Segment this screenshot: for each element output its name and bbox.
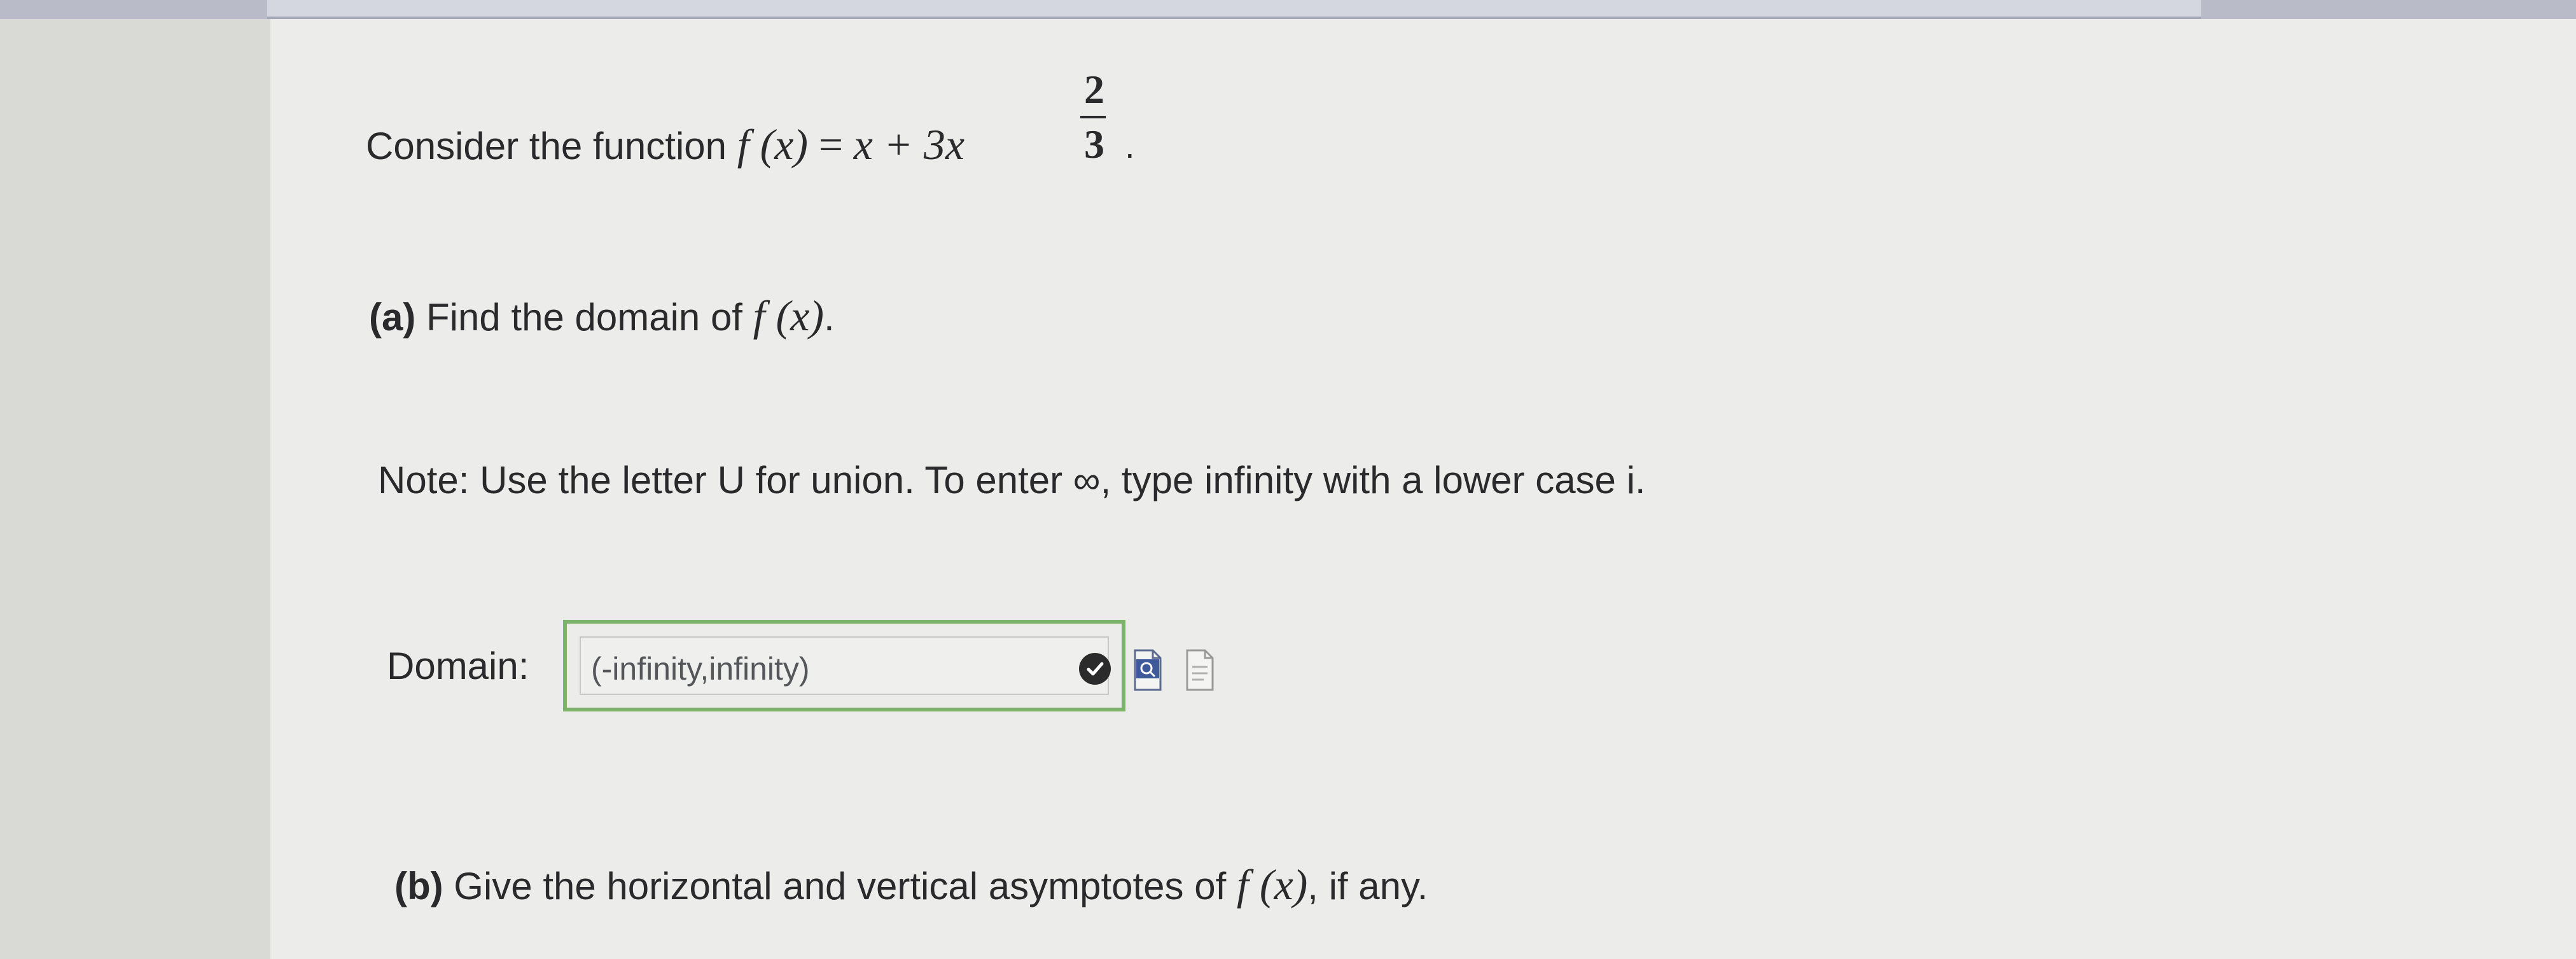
part-b-suffix: , if any.: [1307, 865, 1428, 907]
equals-sign: =: [818, 120, 844, 169]
browser-top-strip: [0, 0, 2576, 19]
top-strip-inner: [267, 0, 2201, 19]
exponent-denominator: 3: [1084, 122, 1104, 167]
left-gutter: [0, 19, 270, 959]
part-a-text: Find the domain of: [426, 296, 742, 339]
part-b-prompt: (b) Give the horizontal and vertical asy…: [394, 860, 1428, 910]
part-a-function: f (x): [753, 291, 825, 340]
preview-answer-icon[interactable]: [1134, 649, 1162, 691]
part-b-function: f (x): [1236, 860, 1308, 909]
part-b-label: (b): [394, 865, 443, 907]
part-a-label: (a): [369, 296, 416, 339]
function-definition-line: Consider the function f (x) = x + 3x: [366, 120, 964, 170]
function-lhs: f (x): [737, 120, 809, 169]
function-rhs: x + 3x: [853, 120, 965, 169]
intro-text: Consider the function: [366, 125, 727, 167]
domain-answer-value[interactable]: (-infinity,infinity): [591, 650, 810, 687]
part-a-period: .: [824, 296, 835, 339]
exponent-numerator: 2: [1084, 67, 1104, 112]
domain-answer-field[interactable]: (-infinity,infinity): [563, 620, 1125, 711]
checkmark-icon: [1079, 653, 1111, 685]
part-a-prompt: (a) Find the domain of f (x).: [369, 291, 835, 341]
function-period: .: [1125, 125, 1135, 165]
part-b-text: Give the horizontal and vertical asympto…: [454, 865, 1227, 907]
domain-label: Domain:: [387, 645, 529, 687]
input-note: Note: Use the letter U for union. To ent…: [378, 459, 1646, 501]
exponent-fraction-bar: [1080, 116, 1106, 118]
answer-history-icon[interactable]: [1186, 649, 1214, 691]
